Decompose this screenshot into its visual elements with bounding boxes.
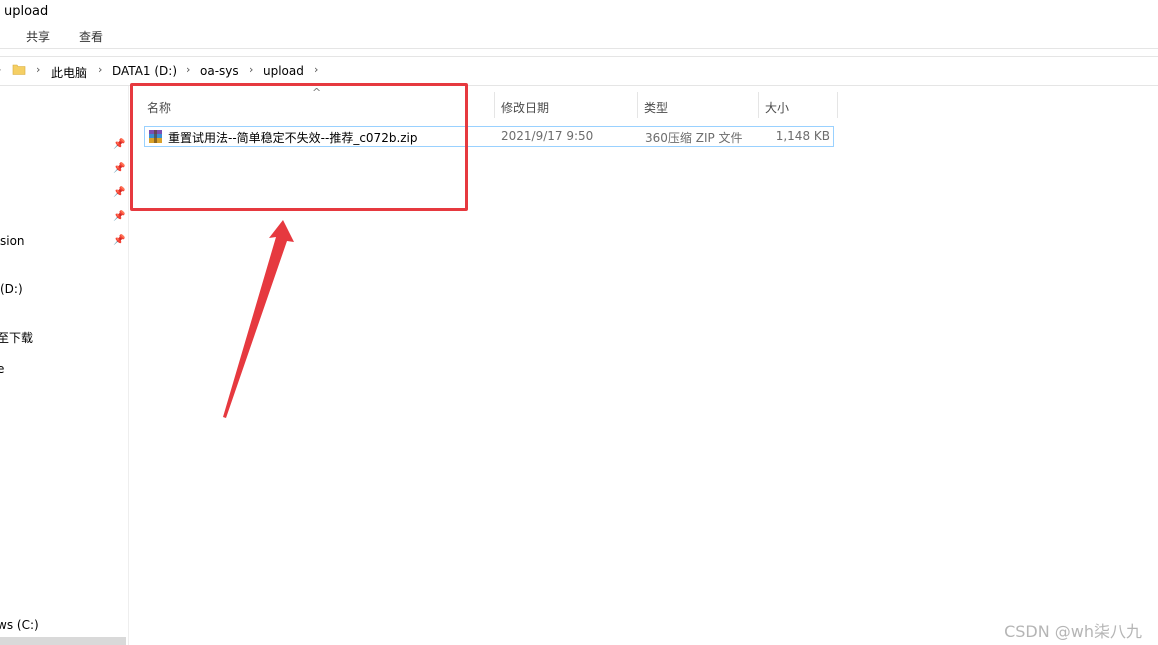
address-bar[interactable]: › › 此电脑 › DATA1 (D:) › oa-sys › upload ›: [0, 56, 1158, 86]
folder-icon: [12, 64, 26, 75]
breadcrumb-data1[interactable]: DATA1 (D:): [112, 64, 177, 78]
column-divider[interactable]: [758, 92, 759, 118]
column-divider[interactable]: [837, 92, 838, 118]
title-bar: upload: [0, 0, 1158, 22]
breadcrumb-chevron-icon[interactable]: ›: [314, 63, 318, 76]
breadcrumb-chevron-icon[interactable]: ›: [249, 63, 253, 76]
column-header-size-label: 大小: [765, 101, 790, 115]
file-size: 1,148 KB: [775, 129, 830, 143]
watermark: CSDN @wh柒八九: [1004, 622, 1142, 641]
breadcrumb-upload[interactable]: upload: [263, 64, 304, 78]
pin-icon[interactable]: 📌: [113, 163, 125, 174]
window-title: upload: [4, 4, 49, 19]
file-type: 360压缩 ZIP 文件: [645, 131, 743, 145]
breadcrumb-chevron-icon[interactable]: ›: [98, 63, 102, 76]
column-header-modified-label: 修改日期: [501, 101, 550, 115]
pin-icon[interactable]: 📌: [113, 139, 125, 150]
breadcrumb-oa-sys[interactable]: oa-sys: [200, 64, 239, 78]
column-header-modified[interactable]: 修改日期: [501, 86, 637, 120]
column-header-type[interactable]: 类型: [644, 86, 758, 120]
nav-scrollbar-thumb[interactable]: [0, 637, 126, 645]
ribbon-tab-share[interactable]: 共享: [26, 28, 50, 45]
breadcrumb-chevron-icon[interactable]: ›: [186, 63, 190, 76]
column-divider[interactable]: [637, 92, 638, 118]
file-modified: 2021/9/17 9:50: [501, 129, 594, 143]
nav-item-quick-access[interactable]: sion: [0, 234, 25, 248]
pin-icon[interactable]: 📌: [113, 211, 125, 222]
highlight-box: [130, 83, 468, 211]
chevron-right-icon: ›: [0, 63, 1, 76]
ribbon-tab-view[interactable]: 查看: [79, 28, 103, 45]
breadcrumb-this-pc[interactable]: 此电脑: [51, 64, 87, 81]
breadcrumb-chevron-icon: ›: [36, 63, 41, 76]
nav-item-downloads[interactable]: 至下载: [0, 329, 33, 346]
navigation-pane: 📌 📌 📌 📌 📌 sion (D:) 至下载 e ws (C:): [0, 86, 129, 645]
nav-item-drive-d[interactable]: (D:): [0, 282, 23, 296]
column-header-size[interactable]: 大小: [765, 86, 837, 120]
nav-item-other[interactable]: e: [0, 362, 4, 376]
pin-icon[interactable]: 📌: [113, 235, 125, 246]
ribbon: 共享 查看: [0, 22, 1158, 49]
nav-item-drive-c[interactable]: ws (C:): [0, 618, 39, 632]
column-divider[interactable]: [494, 92, 495, 118]
pin-icon[interactable]: 📌: [113, 187, 125, 198]
annotation-arrow: [223, 220, 294, 418]
column-header-type-label: 类型: [644, 101, 669, 115]
